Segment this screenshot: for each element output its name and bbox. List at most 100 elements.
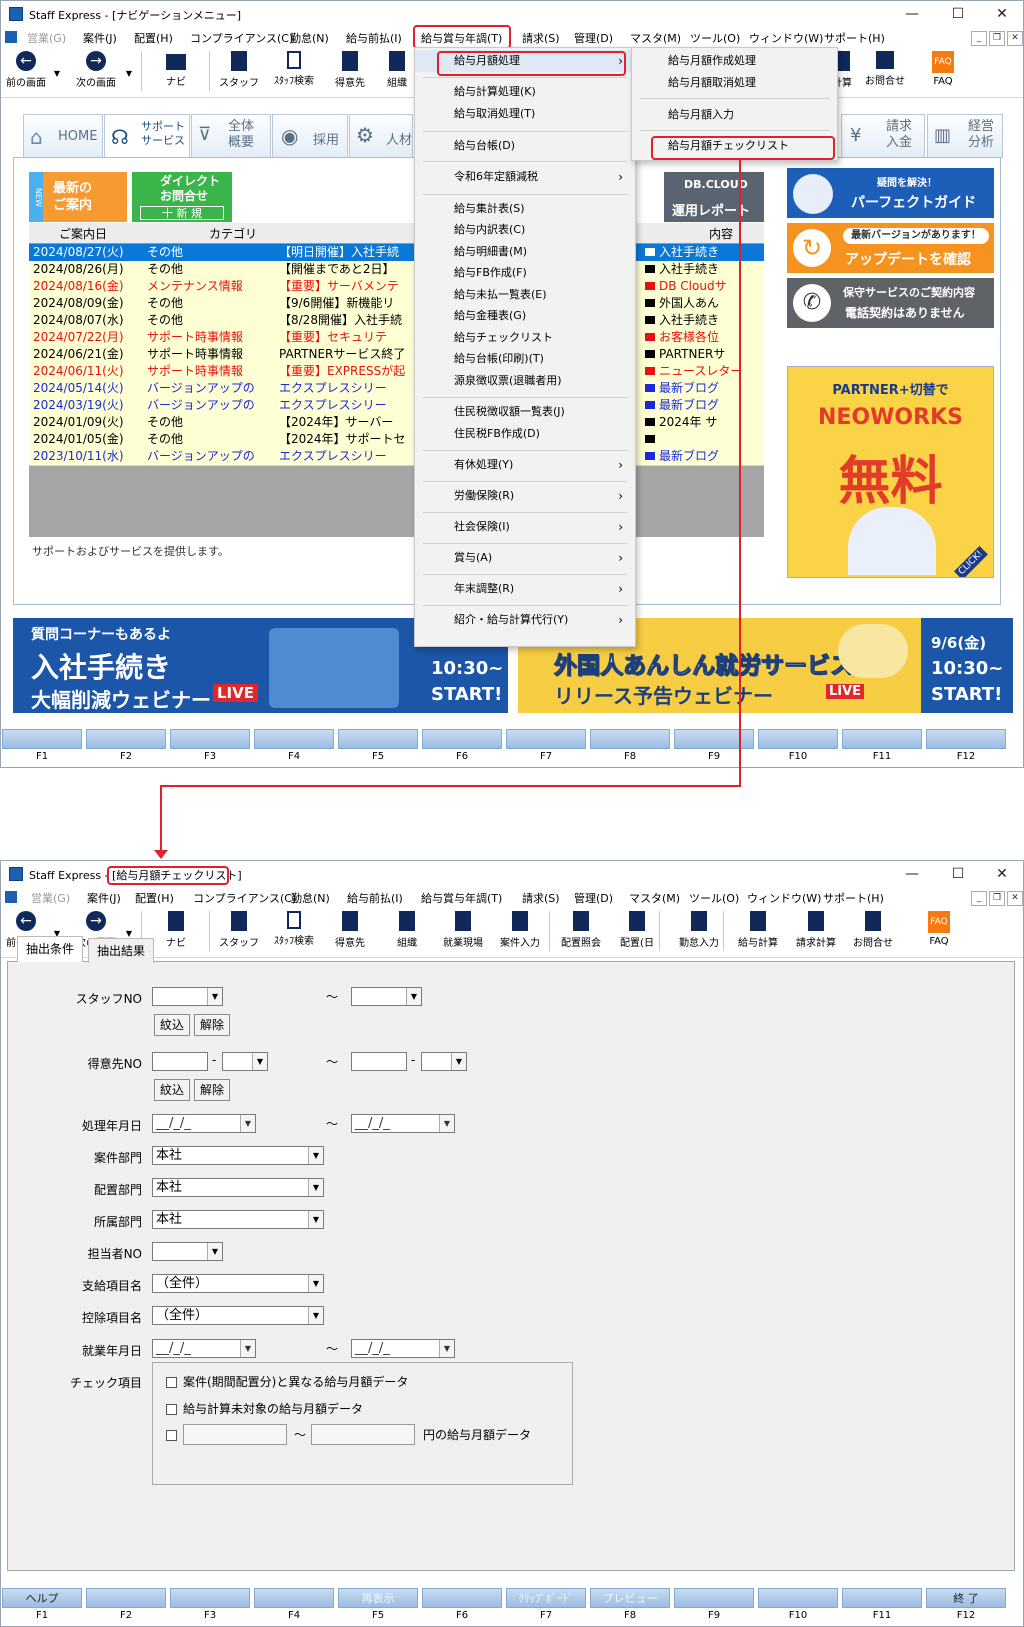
function-key-button[interactable]	[758, 729, 838, 749]
client-sub-from[interactable]: ▼	[222, 1052, 268, 1071]
news-row[interactable]: 2024/08/16(金) メンテナンス情報 【重要】サーバメンテ DB Cloudサ	[29, 278, 764, 296]
function-key-f12[interactable]: F12	[925, 729, 1007, 767]
menu-advance-pay[interactable]: 給与前払(I)	[347, 890, 403, 906]
function-key-button[interactable]	[2, 729, 82, 749]
payroll-menu-item[interactable]: 紹介・給与計算代行(Y) ›	[415, 609, 635, 631]
tab-home[interactable]: ⌂ HOME	[23, 114, 103, 158]
payroll-menu-item[interactable]: 給与内訳表(C)	[415, 219, 635, 241]
payroll-menu-item[interactable]: 給与台帳(印刷)(T)	[415, 348, 635, 370]
function-key-button[interactable]: ｸﾘｯﾌﾟﾎﾞｰﾄﾞ	[506, 1588, 586, 1608]
client-sub-to[interactable]: ▼	[421, 1052, 467, 1071]
function-key-button[interactable]	[338, 729, 418, 749]
news-row[interactable]: 2024/08/09(金) その他 【9/6開催】新機能リ 外国人あん	[29, 295, 764, 313]
calendar-dropdown-icon[interactable]: ▼	[240, 1340, 255, 1357]
payroll-menu-item[interactable]: 住民税徴収額一覧表(J)	[415, 401, 635, 423]
staff-no-from[interactable]: ▼	[152, 987, 223, 1006]
payroll-menu-item[interactable]: 源泉徴収票(退職者用)	[415, 370, 635, 392]
function-key-button[interactable]	[422, 729, 502, 749]
belong-dept-select[interactable]: 本社 ▼	[152, 1210, 324, 1229]
news-row[interactable]: 2024/01/09(火) その他 【2024年】サーバー 2024年 サ	[29, 414, 764, 432]
news-row[interactable]: 2023/10/11(水) バージョンアップの エクスプレスシリー 最新ブログ	[29, 448, 764, 466]
tab-extract-conditions[interactable]: 抽出条件	[17, 936, 84, 962]
function-key-button[interactable]: 再表示	[338, 1588, 418, 1608]
news-tile[interactable]: NEW 最新の ご案内	[29, 172, 127, 222]
news-row[interactable]: 2024/07/22(月) サポート時事情報 【重要】セキュリテ お客様各位	[29, 329, 764, 347]
mdi-close-icon[interactable]: ✕	[1007, 891, 1023, 906]
payroll-menu-item[interactable]: 社会保険(I) ›	[415, 516, 635, 538]
function-key-f10[interactable]: F10	[757, 729, 839, 767]
close-button[interactable]: ✕	[979, 3, 1023, 25]
function-key-f8[interactable]: プレビュー F8	[589, 1588, 671, 1626]
deduct-item-select[interactable]: （全件） ▼	[152, 1306, 324, 1325]
dropdown-arrow-icon[interactable]: ▼	[308, 1275, 323, 1292]
menu-assignment[interactable]: 配置(H)	[135, 890, 174, 906]
function-key-button[interactable]	[86, 729, 166, 749]
payroll-menu-item[interactable]: 住民税FB作成(D)	[415, 423, 635, 445]
menu-attendance[interactable]: 勤怠(N)	[290, 30, 329, 46]
menu-support[interactable]: サポート(H)	[824, 30, 885, 46]
staff-narrow-button[interactable]: 紋込	[154, 1014, 190, 1036]
close-button[interactable]: ✕	[979, 863, 1023, 885]
menu-tools[interactable]: ツール(O)	[690, 30, 740, 46]
staff-button[interactable]: スタッフ	[216, 49, 262, 95]
work-date-to[interactable]: __/_/_ ▼	[351, 1339, 455, 1358]
mdi-minimize-icon[interactable]: _	[971, 31, 987, 46]
staff-button[interactable]: スタッフ	[216, 909, 262, 955]
tab-extract-results[interactable]: 抽出結果	[88, 938, 155, 963]
menu-tools[interactable]: ツール(O)	[689, 890, 739, 906]
news-row[interactable]: 2024/05/14(火) バージョンアップの エクスプレスシリー 最新ブログ	[29, 380, 764, 398]
workplace-button[interactable]: 就業現場	[433, 909, 493, 955]
function-key-button[interactable]	[506, 729, 586, 749]
process-date-from[interactable]: __/_/_ ▼	[152, 1114, 256, 1133]
navi-button[interactable]: ナビ	[156, 49, 196, 95]
calendar-dropdown-icon[interactable]: ▼	[439, 1115, 454, 1132]
function-key-button[interactable]	[170, 729, 250, 749]
function-key-f12[interactable]: 終 了 F12	[925, 1588, 1007, 1626]
maintenance-contract-banner[interactable]: ✆ 保守サービスのご契約内容 電話契約はありません	[787, 278, 994, 328]
payroll-calc-button[interactable]: 給与計算	[731, 909, 785, 955]
case-dept-select[interactable]: 本社 ▼	[152, 1146, 324, 1165]
dbcloud-report-tile[interactable]: DB.CLOUD 運用レポート	[664, 172, 764, 222]
function-key-button[interactable]	[842, 1588, 922, 1608]
menu-assignment[interactable]: 配置(H)	[134, 30, 173, 46]
calendar-dropdown-icon[interactable]: ▼	[240, 1115, 255, 1132]
process-date-to[interactable]: __/_/_ ▼	[351, 1114, 455, 1133]
news-row[interactable]: 2024/06/11(火) サポート時事情報 【重要】EXPRESSが起 ニュースレタ…	[29, 363, 764, 381]
staff-search-button[interactable]: ｽﾀｯﾌ検索	[267, 49, 321, 95]
function-key-f3[interactable]: F3	[169, 729, 251, 767]
function-key-button[interactable]	[926, 729, 1006, 749]
payroll-menu-item[interactable]: 給与台帳(D)	[415, 135, 635, 157]
news-row[interactable]: 2024/01/05(金) その他 【2024年】サポートセ	[29, 431, 764, 449]
payroll-menu-item[interactable]: 給与取消処理(T)	[415, 103, 635, 125]
function-key-f2[interactable]: F2	[85, 1588, 167, 1626]
client-button[interactable]: 得意先	[327, 909, 373, 955]
update-banner[interactable]: ↻ 最新バージョンがあります！ アップデートを確認	[787, 223, 994, 273]
client-no-to[interactable]	[351, 1052, 407, 1071]
function-key-f4[interactable]: F4	[253, 1588, 335, 1626]
payroll-menu-item[interactable]: 給与集計表(S)	[415, 198, 635, 220]
tab-overview[interactable]: ⊽ 全体 概要	[191, 114, 271, 158]
function-key-f9[interactable]: F9	[673, 1588, 755, 1626]
menu-billing[interactable]: 請求(S)	[522, 890, 560, 906]
menu-case[interactable]: 案件(J)	[83, 30, 117, 46]
function-key-f5[interactable]: F5	[337, 729, 419, 767]
function-key-f7[interactable]: ｸﾘｯﾌﾟﾎﾞｰﾄﾞ F7	[505, 1588, 587, 1626]
back-dropdown-icon[interactable]: ▼	[51, 69, 63, 115]
menu-payroll[interactable]: 給与賞与年調(T)	[421, 890, 502, 906]
mdi-close-icon[interactable]: ✕	[1007, 31, 1023, 46]
staff-clear-button[interactable]: 解除	[194, 1014, 230, 1036]
menu-window[interactable]: ウィンドウ(W)	[749, 30, 823, 46]
dropdown-arrow-icon[interactable]: ▼	[207, 988, 222, 1005]
menu-window[interactable]: ウィンドウ(W)	[747, 890, 821, 906]
staff-in-charge-select[interactable]: ▼	[152, 1242, 223, 1261]
function-key-f11[interactable]: F11	[841, 729, 923, 767]
check1-checkbox[interactable]	[166, 1377, 177, 1388]
billing-calc-button[interactable]: 請求計算	[789, 909, 843, 955]
function-key-button[interactable]: ヘルプ	[2, 1588, 82, 1608]
check3-checkbox[interactable]	[166, 1430, 177, 1441]
function-key-button[interactable]	[590, 729, 670, 749]
tab-talent[interactable]: ⚙ 人材	[349, 114, 413, 158]
monthly-submenu-item[interactable]: 給与月額取消処理	[632, 72, 837, 94]
function-key-f1[interactable]: ヘルプ F1	[1, 1588, 83, 1626]
function-key-f2[interactable]: F2	[85, 729, 167, 767]
